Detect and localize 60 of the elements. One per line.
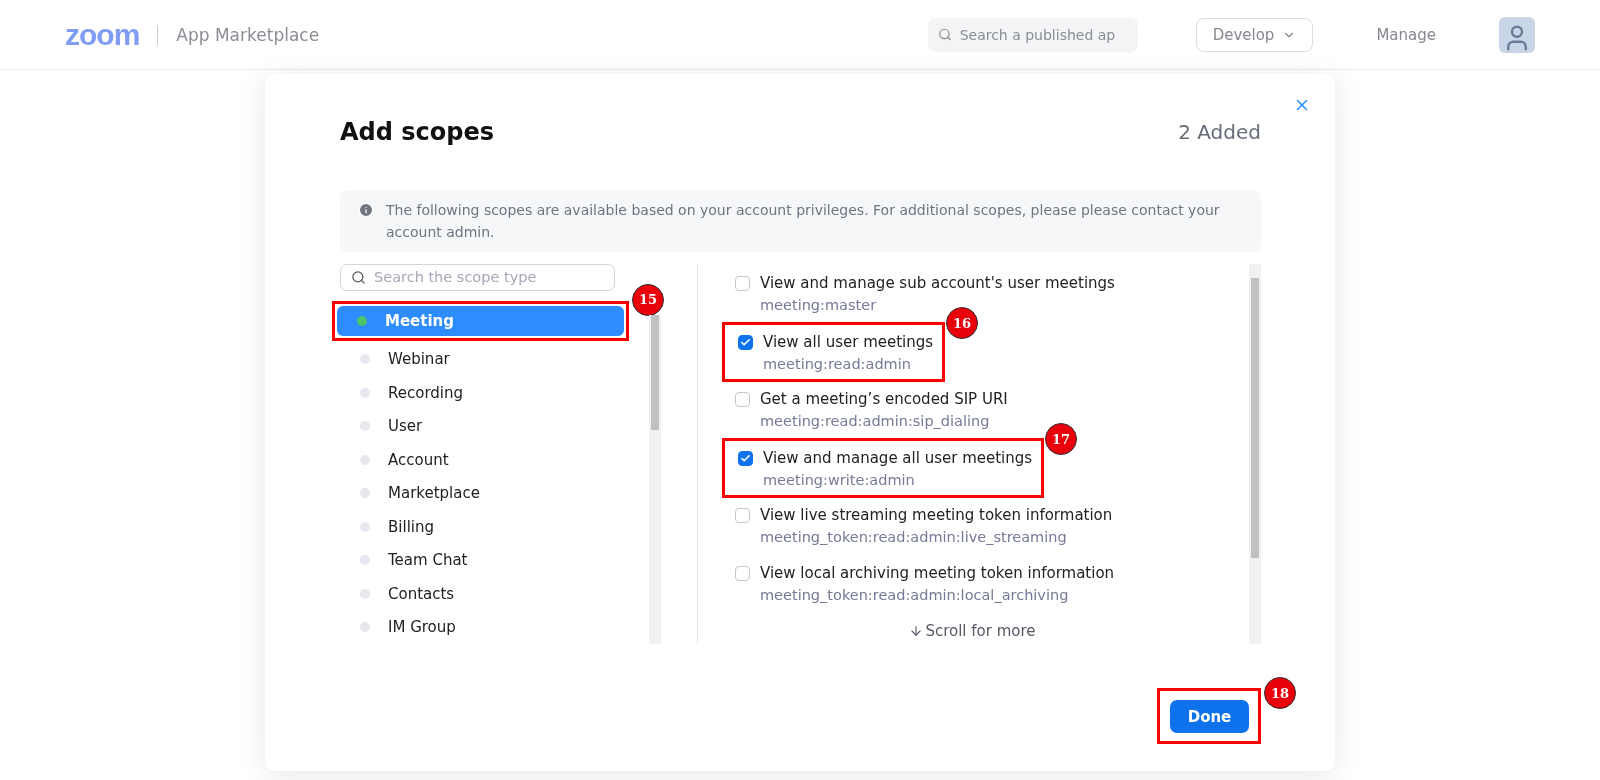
scope-title: View and manage sub account's user meetings: [760, 273, 1115, 294]
search-icon: [351, 269, 366, 285]
scrollbar[interactable]: [1249, 264, 1261, 644]
annotation-badge: 17: [1045, 423, 1078, 455]
checkbox[interactable]: [735, 566, 750, 581]
category-item[interactable]: Webinar: [340, 342, 615, 376]
checkbox[interactable]: [738, 451, 753, 466]
category-item[interactable]: Recording: [340, 376, 615, 410]
scope-code: meeting:read:admin: [763, 355, 912, 374]
scope-code: meeting:master: [760, 296, 878, 315]
search-field[interactable]: Search the scope type: [340, 264, 615, 291]
checkbox[interactable]: [738, 335, 753, 350]
status-dot: [360, 454, 370, 465]
annotation-badge: 16: [946, 307, 979, 339]
status-dot: [360, 354, 370, 365]
scroll-hint: Scroll for more: [909, 622, 1036, 640]
annotation-badge: 18: [1264, 677, 1296, 709]
avatar[interactable]: [1499, 16, 1535, 53]
check-icon: [740, 453, 751, 464]
status-dot: [360, 521, 370, 532]
status-dot: [360, 588, 370, 599]
info-text: The following scopes are available based on your account privileges. For additional scopes, please please contact your account admin.: [386, 201, 1221, 242]
scope-title: View live streaming meeting token information: [760, 505, 1113, 526]
status-dot: [360, 387, 370, 398]
check-icon: [740, 337, 751, 348]
dialog-title: Add scopes: [340, 118, 495, 146]
category-item[interactable]: Account: [340, 443, 615, 477]
category-item[interactable]: Contacts: [340, 577, 615, 611]
checkbox[interactable]: [735, 276, 750, 291]
info-icon: [358, 202, 374, 218]
manage-link[interactable]: Manage: [1376, 25, 1436, 44]
scope-code: meeting:write:admin: [763, 471, 916, 490]
scrollbar[interactable]: [649, 314, 661, 644]
scope-title: View and manage all user meetings: [763, 448, 1033, 469]
search-input[interactable]: Search a published ap: [957, 25, 1128, 44]
status-dot: [360, 488, 370, 499]
search-icon: [937, 27, 952, 42]
scope-code: meeting_token:read:admin:local_archiving: [760, 586, 1070, 605]
category-item[interactable]: User: [340, 409, 615, 443]
scope-code: meeting_token:read:admin:live_streaming: [760, 528, 1068, 547]
status-dot: [360, 421, 370, 432]
search-field[interactable]: Search a published ap: [927, 17, 1138, 52]
status-dot: [357, 315, 367, 326]
status-dot: [360, 555, 370, 566]
status-dot: [360, 622, 370, 633]
scope-title: View local archiving meeting token information: [760, 563, 1115, 584]
category-item[interactable]: Marketplace: [340, 476, 615, 510]
category-item[interactable]: Billing: [340, 510, 615, 544]
category-item[interactable]: Team Chat: [340, 543, 615, 577]
checkbox[interactable]: [735, 392, 750, 407]
page-title: App Marketplace: [176, 24, 320, 45]
scope-title: View all user meetings: [763, 332, 934, 353]
category-item[interactable]: IM Group: [340, 610, 615, 644]
develop-dropdown[interactable]: Develop: [1195, 17, 1314, 52]
checkbox[interactable]: [735, 508, 750, 523]
annotation-badge: 15: [632, 283, 664, 316]
added-count: 2 Added: [1178, 120, 1261, 144]
scope-code: meeting:read:admin:sip_dialing: [760, 412, 991, 431]
done-button[interactable]: Done: [1170, 700, 1249, 733]
scope-title: Get a meeting’s encoded SIP URI: [760, 389, 1008, 410]
